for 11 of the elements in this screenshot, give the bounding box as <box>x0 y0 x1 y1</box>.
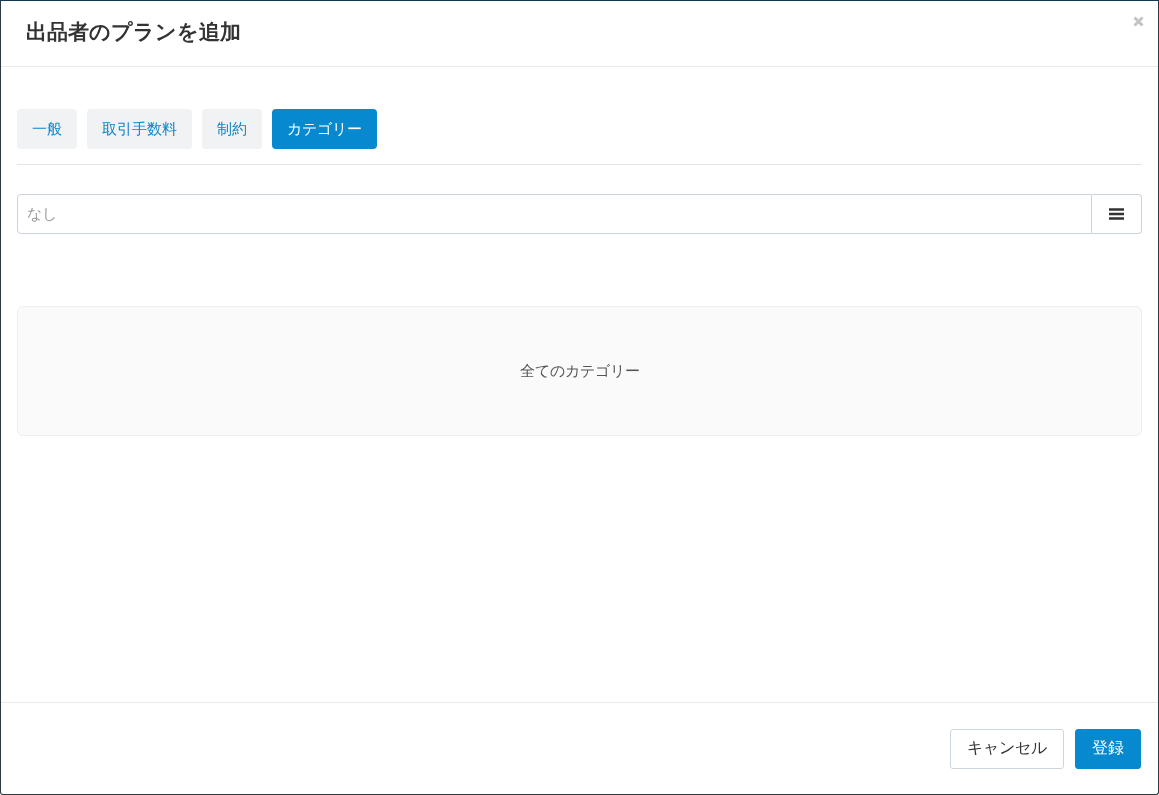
tab[interactable]: カテゴリー <box>272 109 377 149</box>
all-categories-text: 全てのカテゴリー <box>519 361 640 381</box>
menu-button[interactable] <box>1092 194 1142 234</box>
tab[interactable]: 制約 <box>202 109 262 149</box>
category-field[interactable]: なし <box>17 194 1092 234</box>
tab[interactable]: 一般 <box>17 109 77 149</box>
menu-icon <box>1109 208 1124 220</box>
cancel-button[interactable]: キャンセル <box>950 728 1064 769</box>
tab[interactable]: 取引手数料 <box>87 109 192 149</box>
submit-button[interactable]: 登録 <box>1075 728 1141 769</box>
dialog-title: 出品者のプランを追加 <box>26 19 241 46</box>
